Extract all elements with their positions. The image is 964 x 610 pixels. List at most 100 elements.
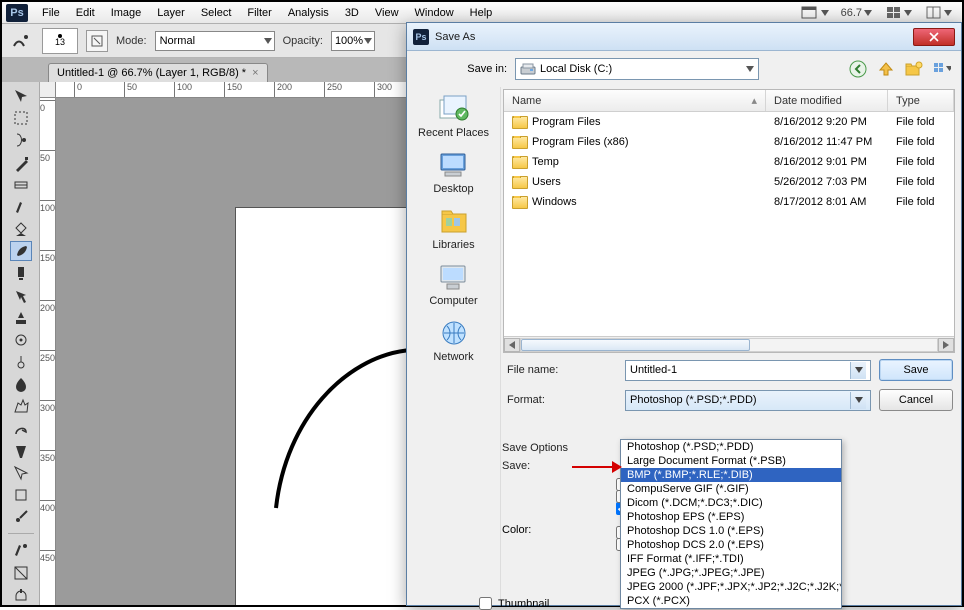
dialog-close-button[interactable] [913, 28, 955, 46]
row-type: File fold [888, 136, 954, 148]
current-tool-icon[interactable] [8, 28, 34, 54]
scroll-right-button[interactable] [938, 338, 954, 352]
column-type[interactable]: Type [888, 90, 954, 111]
thumbnail-label: Thumbnail [498, 598, 549, 610]
new-folder-icon[interactable] [905, 60, 923, 78]
column-date[interactable]: Date modified [766, 90, 888, 111]
tool-8[interactable] [10, 263, 32, 283]
tool-extra-2[interactable] [10, 585, 32, 605]
tool-19[interactable] [10, 507, 32, 527]
format-option[interactable]: CompuServe GIF (*.GIF) [621, 482, 841, 496]
menu-edit[interactable]: Edit [68, 4, 103, 22]
menu-image[interactable]: Image [103, 4, 150, 22]
folder-icon [512, 156, 528, 169]
place-recent-places[interactable]: Recent Places [418, 93, 489, 139]
format-option[interactable]: Photoshop DCS 2.0 (*.EPS) [621, 538, 841, 552]
file-row[interactable]: Windows8/17/2012 8:01 AMFile fold [504, 192, 954, 212]
savein-combo[interactable]: Local Disk (C:) [515, 58, 759, 80]
file-row[interactable]: Users5/26/2012 7:03 PMFile fold [504, 172, 954, 192]
tool-1[interactable] [10, 108, 32, 128]
format-option[interactable]: Photoshop EPS (*.EPS) [621, 510, 841, 524]
menu-view[interactable]: View [367, 4, 407, 22]
back-icon[interactable] [849, 60, 867, 78]
vertical-ruler[interactable]: 050100150200250300350400450 [40, 98, 56, 605]
tool-15[interactable] [10, 419, 32, 439]
brush-preview[interactable]: 13 [42, 28, 78, 54]
tool-2[interactable] [10, 130, 32, 150]
menu-window[interactable]: Window [407, 4, 462, 22]
up-icon[interactable] [877, 60, 895, 78]
format-option[interactable]: IFF Format (*.IFF;*.TDI) [621, 552, 841, 566]
menu-select[interactable]: Select [193, 4, 240, 22]
chevron-down-icon[interactable] [850, 362, 866, 379]
save-button[interactable]: Save [879, 359, 953, 381]
place-libraries[interactable]: Libraries [432, 205, 474, 251]
tool-18[interactable] [10, 485, 32, 505]
format-option[interactable]: Photoshop (*.PSD;*.PDD) [621, 440, 841, 454]
file-list-scrollbar[interactable] [504, 336, 954, 352]
tool-9[interactable] [10, 286, 32, 306]
row-type: File fold [888, 116, 954, 128]
menu-3d[interactable]: 3D [337, 4, 367, 22]
view-menu-icon[interactable] [933, 60, 951, 78]
tool-12[interactable] [10, 352, 32, 372]
place-label: Network [433, 351, 473, 363]
cancel-button[interactable]: Cancel [879, 389, 953, 411]
tool-10[interactable] [10, 308, 32, 328]
dialog-titlebar[interactable]: Ps Save As [407, 23, 961, 51]
menu-help[interactable]: Help [462, 4, 501, 22]
opacity-input[interactable]: 100% [331, 31, 375, 51]
tool-3[interactable] [10, 153, 32, 173]
format-select[interactable]: Photoshop (*.PSD;*.PDD) [625, 390, 871, 411]
savein-label: Save in: [447, 63, 507, 75]
tool-4[interactable] [10, 175, 32, 195]
tool-11[interactable] [10, 330, 32, 350]
screenmode-menu[interactable] [799, 6, 829, 20]
row-date: 8/16/2012 9:20 PM [766, 116, 888, 128]
menu-layer[interactable]: Layer [149, 4, 193, 22]
format-option[interactable]: Photoshop DCS 1.0 (*.EPS) [621, 524, 841, 538]
format-option[interactable]: JPEG (*.JPG;*.JPEG;*.JPE) [621, 566, 841, 580]
tool-13[interactable] [10, 374, 32, 394]
arrange-menu-2[interactable] [924, 6, 952, 20]
format-option[interactable]: Dicom (*.DCM;*.DC3;*.DIC) [621, 496, 841, 510]
file-list: Name▴ Date modified Type Program Files8/… [503, 89, 955, 353]
close-icon[interactable]: × [252, 67, 258, 79]
format-dropdown-list[interactable]: Photoshop (*.PSD;*.PDD)Large Document Fo… [620, 439, 842, 609]
chevron-down-icon[interactable] [850, 392, 866, 409]
scroll-left-button[interactable] [504, 338, 520, 352]
place-network[interactable]: Network [433, 317, 473, 363]
scroll-track[interactable] [520, 338, 938, 352]
tool-7[interactable] [10, 241, 32, 261]
file-row[interactable]: Temp8/16/2012 9:01 PMFile fold [504, 152, 954, 172]
tool-6[interactable] [10, 219, 32, 239]
tool-14[interactable] [10, 396, 32, 416]
file-row[interactable]: Program Files (x86)8/16/2012 11:47 PMFil… [504, 132, 954, 152]
tool-16[interactable] [10, 441, 32, 461]
column-name[interactable]: Name▴ [504, 90, 766, 111]
tool-extra-0[interactable] [10, 540, 32, 560]
thumbnail-checkbox[interactable] [479, 597, 492, 610]
zoom-display[interactable]: 66.7 [841, 7, 872, 19]
filename-input[interactable]: Untitled-1 [625, 360, 871, 381]
format-option[interactable]: JPEG 2000 (*.JPF;*.JPX;*.JP2;*.J2C;*.J2K… [621, 580, 841, 594]
format-option[interactable]: BMP (*.BMP;*.RLE;*.DIB) [621, 468, 841, 482]
format-option[interactable]: Large Document Format (*.PSB) [621, 454, 841, 468]
tool-0[interactable] [10, 86, 32, 106]
menu-file[interactable]: File [34, 4, 68, 22]
tool-5[interactable] [10, 197, 32, 217]
scroll-thumb[interactable] [521, 339, 750, 351]
document-tab[interactable]: Untitled-1 @ 66.7% (Layer 1, RGB/8) * × [48, 63, 268, 82]
blend-mode-select[interactable]: Normal [155, 31, 275, 51]
tool-extra-1[interactable] [10, 563, 32, 583]
place-computer[interactable]: Computer [429, 261, 477, 307]
tool-17[interactable] [10, 463, 32, 483]
format-option[interactable]: PCX (*.PCX) [621, 594, 841, 608]
menu-filter[interactable]: Filter [239, 4, 279, 22]
place-desktop[interactable]: Desktop [433, 149, 473, 195]
file-row[interactable]: Program Files8/16/2012 9:20 PMFile fold [504, 112, 954, 132]
brush-panel-toggle[interactable] [86, 30, 108, 52]
ruler-origin[interactable] [40, 82, 56, 98]
menu-analysis[interactable]: Analysis [280, 4, 337, 22]
arrange-menu-1[interactable] [884, 6, 912, 20]
